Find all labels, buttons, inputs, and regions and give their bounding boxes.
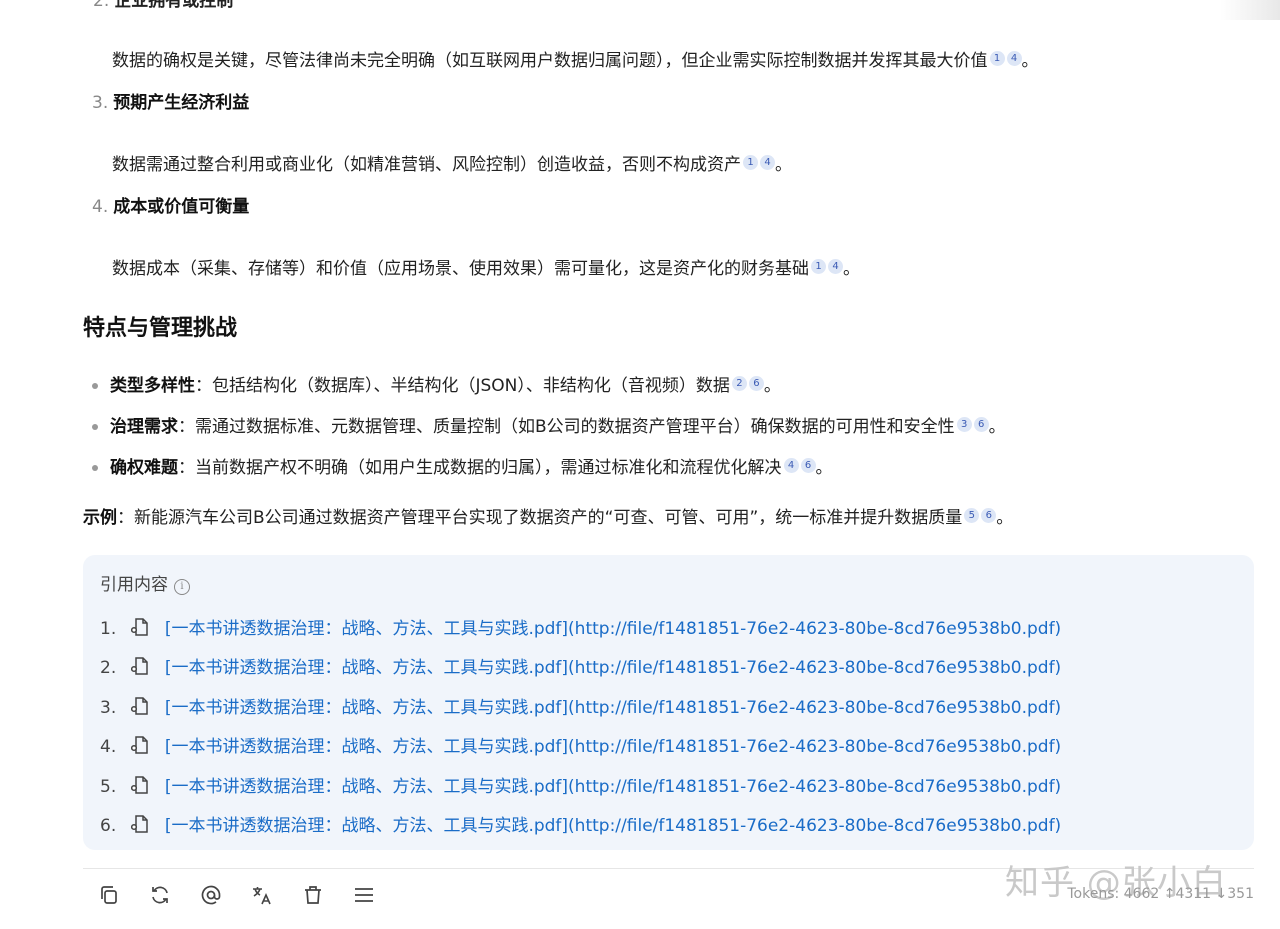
mention-button[interactable]: [194, 880, 228, 910]
reference-item: 6. [一本书讲透数据治理：战略、方法、工具与实践.pdf](http://fi…: [100, 815, 1062, 836]
document-link-icon: [131, 736, 149, 754]
citation-badge[interactable]: 6: [800, 458, 816, 473]
list-item-4-heading: 4. 成本或价值可衡量: [92, 197, 250, 217]
window-shadow: [1220, 0, 1280, 20]
list-item-3-heading: 3. 预期产生经济利益: [92, 93, 250, 113]
citation-badge[interactable]: 5: [964, 508, 980, 523]
bullet-dot: [92, 383, 98, 389]
list-item-3-paragraph: 数据需通过整合利用或商业化（如精准营销、风险控制）创造收益，否则不构成资产 1 4。: [112, 155, 792, 175]
citation-badge[interactable]: 6: [981, 508, 997, 523]
list-item-4-paragraph: 数据成本（采集、存储等）和价值（应用场景、使用效果）需可量化，这是资产化的财务基…: [112, 259, 860, 279]
token-count: Tokens: 4662 ↑4311 ↓351: [1067, 886, 1254, 902]
reference-link[interactable]: [一本书讲透数据治理：战略、方法、工具与实践.pdf](http://file/…: [165, 777, 1061, 797]
reference-item: 3. [一本书讲透数据治理：战略、方法、工具与实践.pdf](http://fi…: [100, 697, 1062, 718]
citation-badge[interactable]: 1: [989, 51, 1005, 66]
citation-badge[interactable]: 4: [828, 259, 843, 274]
document-link-icon: [131, 618, 149, 636]
copy-icon: [101, 886, 117, 904]
copy-button[interactable]: [92, 880, 126, 910]
bullet-item: 类型多样性：包括结构化（数据库）、半结构化（JSON）、非结构化（音视频）数据 2…: [92, 371, 781, 396]
bullet-item: 治理需求：需通过数据标准、元数据管理、质量控制（如B公司的数据资产管理平台）确保…: [92, 412, 1006, 437]
menu-icon: [355, 888, 373, 902]
reference-link[interactable]: [一本书讲透数据治理：战略、方法、工具与实践.pdf](http://file/…: [165, 619, 1061, 639]
references-panel: 引用内容 i 1. [一本书讲透数据治理：战略、方法、工具与实践.pdf](htt…: [83, 555, 1254, 850]
translate-icon: [253, 887, 271, 905]
reference-item: 5. [一本书讲透数据治理：战略、方法、工具与实践.pdf](http://fi…: [100, 776, 1062, 797]
section-heading: 特点与管理挑战: [83, 316, 238, 341]
reference-link[interactable]: [一本书讲透数据治理：战略、方法、工具与实践.pdf](http://file/…: [165, 737, 1061, 757]
citation-badge[interactable]: 2: [731, 376, 747, 391]
bullet-dot: [92, 424, 98, 430]
reference-item: 4. [一本书讲透数据治理：战略、方法、工具与实践.pdf](http://fi…: [100, 736, 1062, 757]
reference-item: 2. [一本书讲透数据治理：战略、方法、工具与实践.pdf](http://fi…: [100, 657, 1062, 678]
citation-badge[interactable]: 1: [811, 259, 826, 274]
citation-badge[interactable]: 4: [1006, 51, 1022, 66]
example-paragraph: 示例：新能源汽车公司B公司通过数据资产管理平台实现了数据资产的“可查、可管、可用…: [83, 508, 1014, 528]
more-menu-button[interactable]: [347, 880, 381, 910]
document-link-icon: [131, 657, 149, 675]
at-icon: [201, 885, 221, 905]
message-toolbar: [92, 880, 381, 910]
citation-badge[interactable]: 4: [760, 155, 775, 170]
references-title: 引用内容 i: [100, 570, 190, 595]
reference-link[interactable]: [一本书讲透数据治理：战略、方法、工具与实践.pdf](http://file/…: [165, 658, 1061, 678]
reference-item: 1. [一本书讲透数据治理：战略、方法、工具与实践.pdf](http://fi…: [100, 618, 1062, 639]
list-item-2-paragraph: 数据的确权是关键，尽管法律尚未完全明确（如互联网用户数据归属问题），但企业需实际…: [112, 51, 1039, 71]
citation-badge[interactable]: 6: [748, 376, 764, 391]
document-link-icon: [131, 815, 149, 833]
refresh-icon: [152, 886, 168, 904]
info-icon[interactable]: i: [174, 579, 190, 595]
translate-button[interactable]: [245, 880, 279, 910]
document-link-icon: [131, 697, 149, 715]
list-item-2-title-partial: 2. 企业拥有或控制: [93, 0, 234, 11]
reference-link[interactable]: [一本书讲透数据治理：战略、方法、工具与实践.pdf](http://file/…: [165, 816, 1061, 836]
bullet-dot: [92, 465, 98, 471]
citation-badge[interactable]: 6: [973, 417, 989, 432]
citation-badge[interactable]: 4: [783, 458, 799, 473]
regenerate-button[interactable]: [143, 880, 177, 910]
bullet-item: 确权难题：当前数据产权不明确（如用户生成数据的归属），需通过标准化和流程优化解决…: [92, 453, 833, 478]
document-link-icon: [131, 776, 149, 794]
citation-badge[interactable]: 1: [743, 155, 758, 170]
reference-link[interactable]: [一本书讲透数据治理：战略、方法、工具与实践.pdf](http://file/…: [165, 698, 1061, 718]
delete-icon: [305, 886, 321, 904]
citation-badge[interactable]: 3: [956, 417, 972, 432]
delete-button[interactable]: [296, 880, 330, 910]
